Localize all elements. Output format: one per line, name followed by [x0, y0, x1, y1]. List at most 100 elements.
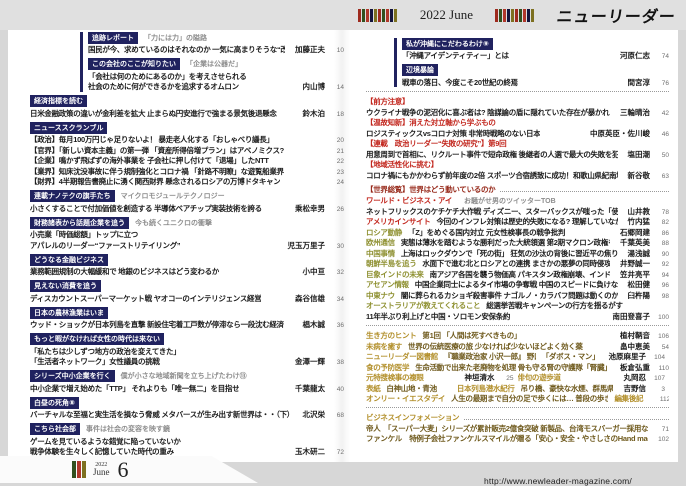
toc-row: 表紙白神山地・青池日本列島潜水紀行吊り橋、豪快な水煙、群馬県「小中大滝」吉野信3: [366, 383, 669, 394]
toc-section: 白昼の死角⑧バーチャルな至福と実生活を損なう脅威 メタバースが生み出す新世界は・…: [30, 397, 344, 420]
article-title: 『職業政治家 小沢一郎』 野口等: [444, 351, 536, 362]
article-title: 小売業「時価総額」トップに立つ: [30, 229, 138, 240]
author-name: 丸岡忍: [624, 372, 647, 383]
page-number: 82: [655, 219, 669, 226]
toc-row: コロナ禍にもかかわらず前年度の2倍 スポーツ合宿誘致に成功！和歌山県紀南地域新谷…: [366, 170, 669, 181]
page-number: 110: [655, 365, 669, 372]
dotted-rule: [464, 419, 669, 420]
author-name: 塩田潮: [628, 149, 651, 160]
article-title: 【財界】4半期報告書廃止に湧く関西財界 懸念されるロシアの万博ドタキャン: [30, 176, 280, 187]
indented-section-group: 私が沖縄にこだわるわけ⑨「沖縄アイデンティティー」とは河原仁志74辺境暴論戦車の…: [394, 38, 669, 87]
magazine-url: http://www.newleader-magazine.com/: [484, 476, 632, 486]
article-title: コロナ禍にもかかわらず前年度の2倍 スポーツ合宿誘致に成功！和歌山県紀南地域: [366, 170, 618, 181]
article-title: 「生活者ネットワーク」女性議員の挑戦: [30, 356, 160, 367]
page-number: 90: [655, 251, 669, 258]
toc-column-group: 日本列島潜水紀行吊り橋、豪快な水煙、群馬県「小中大滝」吉野信3: [457, 383, 669, 394]
page-number: 100: [655, 314, 669, 321]
page-number: 42: [655, 110, 669, 117]
section-tag: 見えない消費を追う: [30, 280, 101, 292]
toc-row: 朝鮮半島を追う水面下で進む北とロシアとの連携 まさかの悪夢の同時侵攻シナリオ井野…: [366, 258, 669, 269]
article-title: 中国企業同士によるタイ市場の争奪戦 中国のスピードに負けない「スシロー」: [415, 279, 618, 290]
section-tag: 経済指標を読む: [30, 95, 87, 107]
page-number: 68: [330, 412, 344, 419]
article-title: 南アジア各国を襲う物価高 パキスタン政権崩壊、インドは金融引き締め: [430, 269, 610, 280]
section-note: 事件は社会の変容を映す鏡: [86, 424, 170, 434]
column-label: 【温故知新】消えた対立軸から学ぶもの: [366, 117, 496, 128]
author-name: 板倉弘重: [620, 362, 650, 373]
toc-row: ロジスティックスvsコロナ対策 非常時戦略のない日本中原英臣・佐川峻46: [366, 128, 669, 139]
article-title: 上海はロックダウンで「死の街」 狂気の沙汰の背後に習近平の焦り: [401, 248, 618, 259]
toc-row: 元特捜検事の複眼神垣清水25俳句の遊歩道丸岡忍107: [366, 372, 669, 383]
barcode-stripes-icon: [72, 461, 87, 478]
article-title: ファンケル 特例子会社ファンケルスマイルが贈る「安心・安全・やさしさのHand …: [366, 433, 648, 444]
toc-row: 【前方注意】: [366, 96, 669, 107]
toc-column-group: 元特捜検事の複眼神垣清水25: [366, 372, 518, 383]
section-note: 「企業は公器だ」: [186, 59, 242, 69]
column-label: 中国事情: [366, 248, 395, 259]
author-name: 小中亘: [303, 266, 326, 277]
toc-row: ウッド・ショックが日本列島を直撃 新設住宅着工戸数が停滞なら一段沈む経済椙木誠3…: [30, 319, 344, 330]
author-name: 畠中恵美: [620, 341, 650, 352]
toc-section: この会社のここが知りたい「企業は公器だ」「会社は何のためにあるのか」を考えさせら…: [88, 59, 344, 92]
column-label: 元特捜検事の複眼: [366, 372, 424, 383]
column-label: 俳句の遊歩道: [518, 372, 561, 383]
section-header: 辺境暴論: [402, 65, 669, 76]
author-name: 湯浅誠: [628, 248, 651, 259]
toc-row: 中小企業で増え始めた「TTP」 それよりも「唯一無二」を目指せ千葉龍太40: [30, 383, 344, 394]
article-title: ウクライナ戦争の泥沼化に喜ぶ者は? 陰謀論の盾に隠れていた存在が暴かれる: [366, 107, 610, 118]
section-note: 「力には力」の隘路: [144, 33, 207, 43]
toc-section: 追跡レポート「力には力」の隘路国民が今、求めているのはそれなのか 一気に高まりそ…: [88, 32, 344, 55]
article-title: 吊り橋、豪快な水煙、群馬県「小中大滝」: [521, 383, 614, 394]
toc-column-group: 編集後記112: [614, 393, 669, 404]
section-tag: ニューススクランブル: [30, 122, 107, 134]
page-number: 30: [330, 243, 344, 250]
article-title: ロジスティックスvsコロナ対策 非常時戦略のない日本: [366, 128, 540, 139]
page-number: 46: [655, 131, 669, 138]
author-name: 河原仁志: [620, 50, 650, 61]
column-label: アセアン情報: [366, 279, 409, 290]
page-number: 23: [330, 169, 344, 176]
section-tag: 日本の農林漁業はいま: [30, 307, 108, 319]
toc-row: ネットフリックスのケチケチ大作戦 ディズニー、スターバックスが嗤った「使って何?…: [366, 206, 669, 217]
toc-row: 巨象インドの未来南アジア各国を襲う物価高 パキスタン政権崩壊、インドは金融引き締…: [366, 269, 669, 280]
author-name: 北沢栄: [303, 409, 326, 420]
toc-row: 生き方のヒント第1回 「人間は死すべきもの」植村鞆音106: [366, 330, 669, 341]
toc-row: 小さくすることで付加価値を創造する 半導体ベアチップ実装技術を誇る乗松幸男26: [30, 203, 344, 214]
page-number: 104: [651, 354, 665, 361]
column-label: オーストラリアが教えてくれること: [366, 300, 480, 311]
author-name: 山井教: [628, 206, 651, 217]
page-number: 34: [330, 296, 344, 303]
toc-section: 財務諸表から話題企業を追う今も続くユニクロの衝撃小売業「時価総額」トップに立つア…: [30, 217, 344, 250]
column-label: 生き方のヒント: [366, 330, 416, 341]
article-title: 中小企業で増え始めた「TTP」 それよりも「唯一無二」を目指せ: [30, 383, 239, 394]
toc-row: 用意周到で首相に、リクルート事件で短命政権 後継者の人選で最大の失敗を犯した竹下…: [366, 149, 669, 160]
issue-number: 6: [118, 457, 129, 483]
toc-row: 中東ナウ闇に葬られるカショギ殺害事件 ナゴルノ・カラバフ問題は動くのか臼杵陽98: [366, 290, 669, 301]
toc-row: オーストラリアが教えてくれること総選挙苦戦キャンペーンの行方を揺るがす: [366, 300, 669, 311]
author-name: 松田健: [628, 279, 651, 290]
toc-row: 【連載 政治リーダー“失敗の研究”】第9回: [366, 138, 669, 149]
article-title: 戦争体験を生々しく記憶していた時代の重み: [30, 446, 174, 457]
section-tag: こちら社会部: [30, 423, 80, 435]
section-heading-row: ビジネスインフォメーション: [366, 412, 669, 423]
article-title: 用意周到で首相に、リクルート事件で短命政権 後継者の人選で最大の失敗を犯した竹下…: [366, 149, 618, 160]
column-label: 中東ナウ: [366, 290, 395, 301]
author-name: 井野誠一: [620, 258, 650, 269]
toc-row: 11年半ぶり利上げと中国・ソロモン安保条約南田登喜子100: [366, 311, 669, 322]
toc-section: 辺境暴論戦車の落日、今度こそ20世紀の終焉間宮淳76: [402, 65, 669, 88]
article-title: 「沖縄アイデンティティー」とは: [402, 50, 509, 61]
section-note: 今も続くユニクロの衝撃: [135, 218, 212, 228]
magazine-spread: 追跡レポート「力には力」の隘路国民が今、求めているのはそれなのか 一気に高まりそ…: [8, 30, 678, 462]
column-label: 表紙: [366, 383, 380, 394]
toc-row: 中国事情上海はロックダウンで「死の街」 狂気の沙汰の背後に習近平の焦り湯浅誠 90: [366, 248, 669, 259]
footer-logo: 2022 June 6: [72, 457, 129, 483]
column-label: ワールド・ビジネス・アイ: [366, 195, 452, 206]
barcode-stripes-icon: [495, 9, 535, 22]
section-header: こちら社会部事件は社会の変容を映す鏡: [30, 424, 344, 435]
page-number: 71: [655, 426, 669, 433]
toc-row: 日米金融政策の違いが金利差を拡大 止まらぬ円安進行で強まる景気後退懸念鈴木泊18: [30, 108, 344, 119]
section-tag: 財務諸表から話題企業を追う: [30, 217, 129, 229]
toc-row: アメリカインサイト今回のインフレ対策は歴史的失敗になる? 理解していなかった「事…: [366, 216, 669, 227]
article-title: 【業界】知床沈没事故に伴う規制強化とコロナ禍 「針路不明瞭」な遊覧船業界: [30, 166, 284, 177]
article-title: 国民が今、求めているのはそれなのか 一気に高まりそうな“改憲”機運: [88, 44, 285, 55]
